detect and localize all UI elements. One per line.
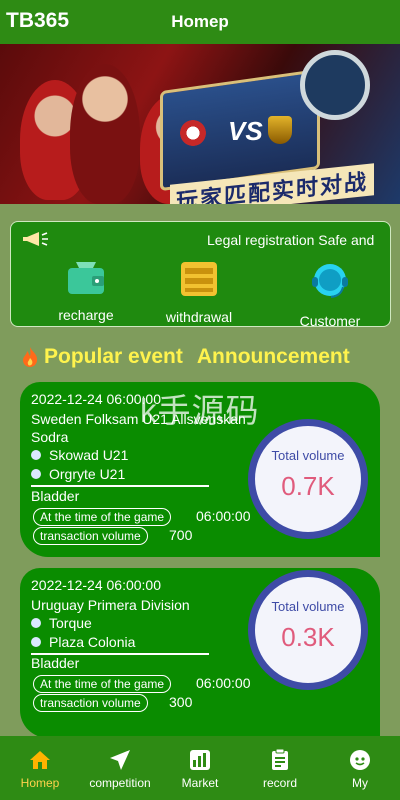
bet-type: Bladder [31, 655, 80, 671]
team-dot-icon [31, 618, 41, 628]
team-a-name: Torque [49, 615, 92, 631]
megaphone-icon [23, 232, 48, 246]
home-icon [30, 751, 50, 769]
game-time: 06:00:00 [196, 508, 251, 524]
nav-home-label: Homep [20, 776, 60, 790]
bottom-nav: Homep competition Market record My [0, 736, 400, 800]
section-header: Popular event Announcement [20, 345, 350, 369]
banner-vs-text: VS [228, 116, 263, 146]
total-volume-circle: Total volume 0.7K [248, 419, 368, 539]
event-card[interactable]: 2022-12-24 06:00:00 Uruguay Primera Divi… [20, 568, 380, 738]
nav-competition-label: competition [89, 776, 151, 790]
customer-label: Customer [299, 313, 361, 329]
nav-home[interactable]: Homep [0, 736, 80, 800]
market-icon [190, 750, 210, 770]
total-volume-circle: Total volume 0.3K [248, 570, 368, 690]
headset-icon [312, 264, 348, 298]
nav-record-label: record [262, 776, 297, 790]
time-label-pill: At the time of the game [33, 508, 172, 526]
team-crest-icon [268, 116, 292, 144]
volume-label-pill: transaction volume [33, 694, 148, 712]
notice-marquee: Legal registration Safe and [207, 232, 375, 248]
customer-service-button[interactable]: Customer [285, 260, 375, 329]
team-b: Orgryte U21 [31, 466, 125, 482]
watermark-text: k手源码 [140, 392, 260, 429]
event-league: Uruguay Primera Division [31, 597, 190, 613]
banner-badge-graphic [300, 50, 370, 120]
nav-market-label: Market [181, 776, 219, 790]
quick-actions-card: Legal registration Safe and recharge wit… [10, 221, 391, 329]
recharge-button[interactable]: recharge [41, 260, 131, 323]
volume-label-pill: transaction volume [33, 527, 148, 545]
transaction-volume: 700 [169, 527, 193, 543]
transaction-volume: 300 [169, 694, 193, 710]
app-header: TB365 Homep [0, 0, 400, 44]
team-dot-icon [31, 469, 41, 479]
team-b-name: Plaza Colonia [49, 634, 136, 650]
total-volume-value: 0.7K [281, 471, 335, 501]
total-volume-label: Total volume [271, 448, 345, 463]
team-dot-icon [31, 637, 41, 647]
fire-icon [23, 347, 38, 367]
bet-type: Bladder [31, 488, 80, 504]
send-icon [110, 750, 130, 770]
total-volume-label: Total volume [271, 599, 345, 614]
nav-competition[interactable]: competition [80, 736, 160, 800]
clipboard-icon [272, 748, 288, 770]
team-a: Skowad U21 [31, 447, 128, 463]
announcement-tab[interactable]: Announcement [197, 345, 350, 369]
team-b-name: Orgryte U21 [49, 466, 126, 482]
team-crest-icon [180, 120, 206, 146]
nav-market[interactable]: Market [160, 736, 240, 800]
game-time: 06:00:00 [196, 675, 251, 691]
time-label-pill: At the time of the game [33, 675, 172, 693]
wallet-icon [68, 262, 104, 294]
popular-event-tab[interactable]: Popular event [44, 345, 183, 369]
team-a-name: Skowad U21 [49, 447, 129, 463]
total-volume-value: 0.3K [281, 622, 335, 652]
team-dot-icon [31, 450, 41, 460]
team-a: Torque [31, 615, 92, 631]
nav-my[interactable]: My [320, 736, 400, 800]
face-icon [350, 750, 370, 770]
event-date: 2022-12-24 06:00:00 [31, 577, 161, 593]
withdrawal-label: withdrawal [165, 309, 233, 325]
nav-my-label: My [352, 776, 368, 790]
withdrawal-button[interactable]: withdrawal [154, 260, 244, 325]
page-title: Homep [171, 12, 229, 31]
promo-banner[interactable]: VS 玩家匹配实时对战 [0, 44, 400, 204]
nav-record[interactable]: record [240, 736, 320, 800]
recharge-label: recharge [58, 307, 114, 323]
banner-player-figure [70, 64, 140, 204]
team-b: Plaza Colonia [31, 634, 135, 650]
cards-icon [181, 262, 217, 296]
divider [31, 485, 209, 487]
